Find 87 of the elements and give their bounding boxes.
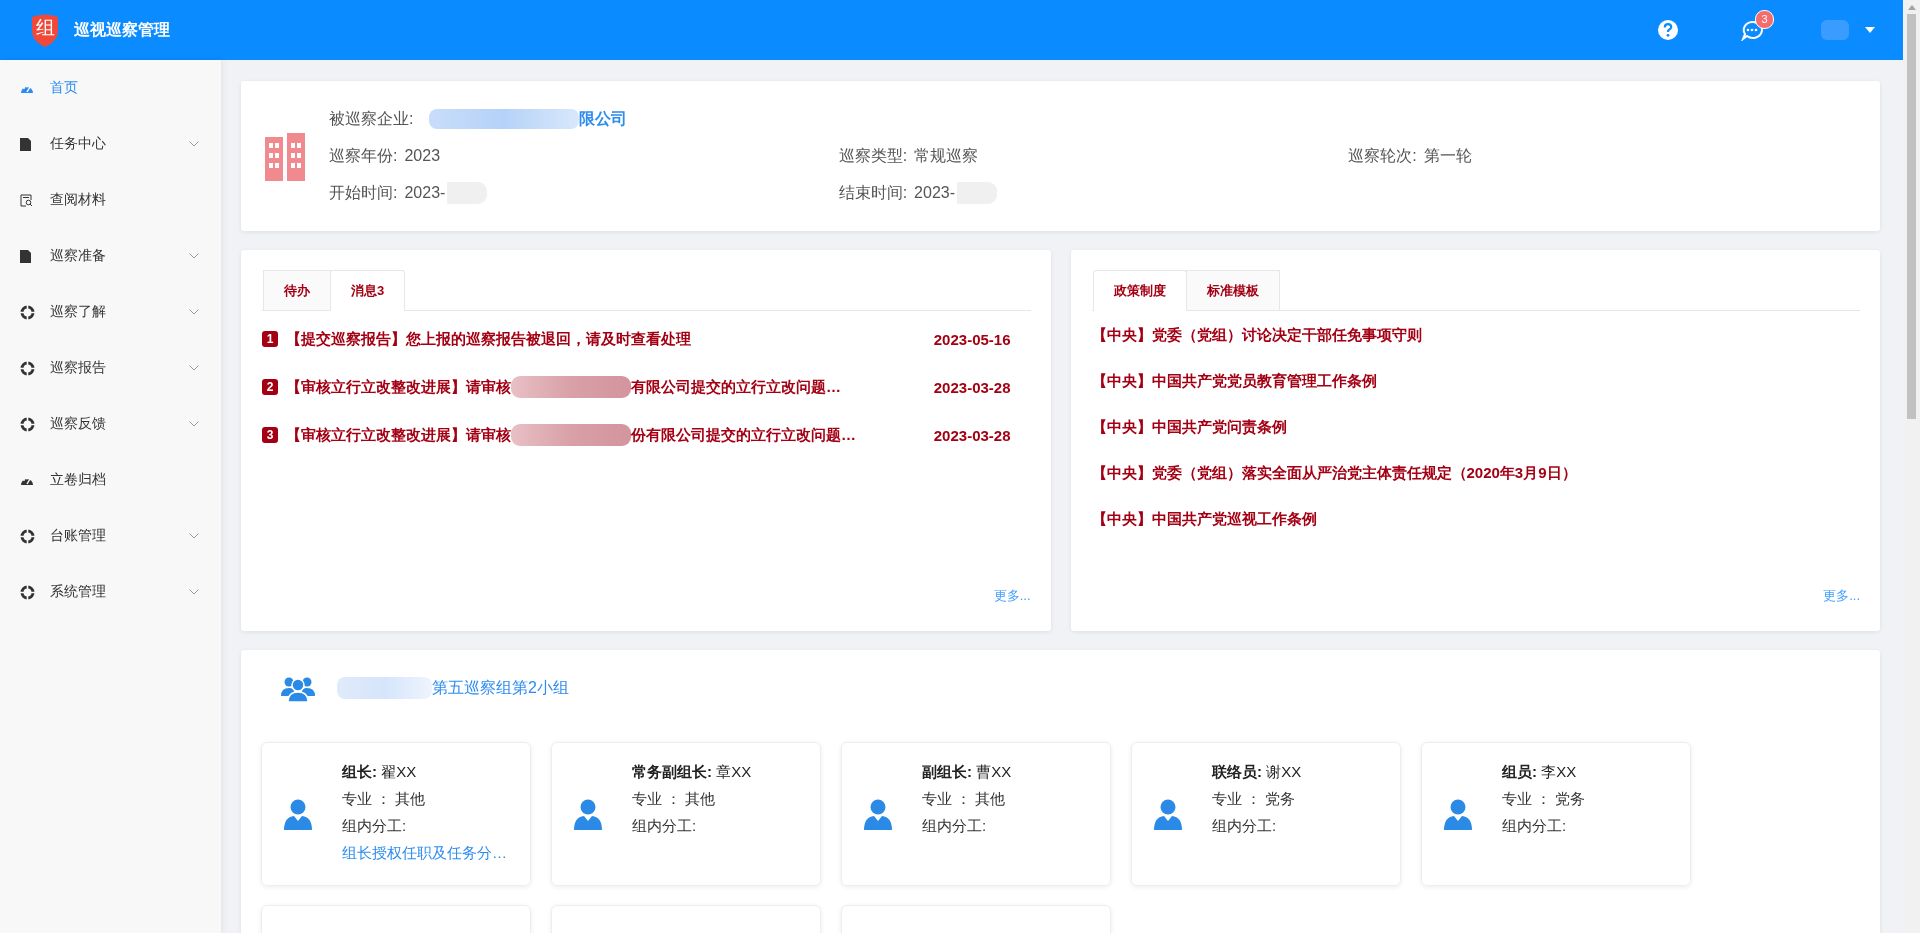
sidebar-item[interactable]: 系统管理 bbox=[0, 564, 221, 620]
number-badge: 2 bbox=[262, 379, 278, 395]
user-icon bbox=[864, 798, 892, 830]
sidebar-item[interactable]: 台账管理 bbox=[0, 508, 221, 564]
sidebar-item[interactable]: 查阅材料 bbox=[0, 172, 221, 228]
member-name: 组员: 李XX bbox=[1502, 763, 1578, 782]
member-major: 专业 ： 党务 bbox=[1502, 790, 1586, 809]
message-date: 2023-03-28 bbox=[933, 378, 1011, 396]
message-link[interactable]: 份有限公司提交的立行立改问题… bbox=[631, 425, 856, 445]
field-label: 巡察轮次: bbox=[1348, 145, 1417, 166]
message-link[interactable]: 【审核立行立改整改进展】请审核 bbox=[286, 425, 511, 445]
notification-badge: 3 bbox=[1755, 9, 1774, 29]
policy-link[interactable]: 【中央】中国共产党问责条例 bbox=[1091, 417, 1287, 437]
field-label: 巡察类型: bbox=[838, 145, 908, 166]
message-date: 2023-03-28 bbox=[933, 426, 1011, 444]
lifebuoy-icon bbox=[20, 360, 35, 376]
field-label: 巡察年份: bbox=[329, 145, 398, 166]
sidebar-item[interactable]: 任务中心 bbox=[0, 116, 221, 172]
number-badge: 3 bbox=[262, 427, 278, 443]
policy-link[interactable]: 【中央】党委（党组）落实全面从严治党主体责任规定（2020年3月9日） bbox=[1091, 463, 1577, 483]
user-icon bbox=[284, 798, 312, 830]
lifebuoy-icon bbox=[20, 528, 35, 544]
redacted-username bbox=[1821, 20, 1849, 40]
sidebar-item[interactable]: 巡察了解 bbox=[0, 284, 221, 340]
document-icon bbox=[20, 249, 31, 263]
user-icon bbox=[574, 798, 602, 830]
chevron-down-icon bbox=[189, 365, 199, 371]
field-label: 被巡察企业: bbox=[329, 108, 414, 129]
app-title: 巡视巡察管理 bbox=[74, 19, 171, 40]
sidebar-item[interactable]: 巡察报告 bbox=[0, 340, 221, 396]
lifebuoy-icon bbox=[20, 304, 35, 320]
chevron-down-icon bbox=[189, 421, 199, 427]
field-value: 常规巡察 bbox=[914, 145, 979, 166]
duty-label: 组内分工: bbox=[342, 817, 408, 836]
lifebuoy-icon bbox=[20, 416, 35, 432]
document-icon bbox=[20, 137, 31, 151]
member-major: 专业 ： 其他 bbox=[632, 790, 717, 809]
member-name: 联络员: 谢XX bbox=[1212, 763, 1302, 782]
lifebuoy-icon bbox=[20, 584, 35, 600]
field-value: 2023- bbox=[914, 182, 998, 204]
message-link[interactable]: 有限公司提交的立行立改问题… bbox=[631, 377, 841, 397]
chevron-down-icon bbox=[189, 253, 199, 259]
user-icon bbox=[1154, 798, 1182, 830]
chevron-down-icon bbox=[189, 533, 199, 539]
field-value: 第一轮 bbox=[1423, 145, 1472, 166]
duty-label: 组内分工: bbox=[1212, 817, 1278, 836]
tab[interactable]: 待办 bbox=[263, 270, 331, 310]
member-name: 副组长: 曹XX bbox=[922, 763, 1012, 782]
enterprise-name: 限公司 bbox=[579, 108, 628, 129]
member-name: 常务副组长: 章XX bbox=[632, 763, 752, 782]
policy-link[interactable]: 【中央】中国共产党巡视工作条例 bbox=[1091, 509, 1317, 529]
group-title: 第五巡察组第2小组 bbox=[432, 677, 569, 698]
duty-label: 组内分工: bbox=[922, 817, 988, 836]
document-search-icon bbox=[20, 193, 33, 207]
chat-bubble-icon[interactable] bbox=[1741, 19, 1763, 41]
chevron-down-icon bbox=[189, 141, 199, 147]
member-major: 专业 ： 其他 bbox=[922, 790, 1007, 809]
sidebar-item[interactable]: 巡察反馈 bbox=[0, 396, 221, 452]
app-logo: 组 bbox=[30, 13, 60, 47]
policy-link[interactable]: 【中央】党委（党组）讨论决定干部任免事项守则 bbox=[1091, 325, 1422, 345]
member-major: 专业 ： 党务 bbox=[1212, 790, 1297, 809]
tab[interactable]: 标准模板 bbox=[1185, 270, 1280, 310]
member-name: 组长: 翟XX bbox=[342, 763, 418, 782]
number-badge: 1 bbox=[262, 331, 278, 347]
caret-down-icon[interactable] bbox=[1865, 27, 1875, 33]
member-major: 专业 ： 其他 bbox=[342, 790, 427, 809]
chevron-down-icon bbox=[189, 309, 199, 315]
sidebar-item[interactable]: 立卷归档 bbox=[0, 452, 221, 508]
policy-link[interactable]: 【中央】中国共产党党员教育管理工作条例 bbox=[1091, 371, 1377, 391]
sidebar-item[interactable]: 巡察准备 bbox=[0, 228, 221, 284]
message-link[interactable]: 【提交巡察报告】您上报的巡察报告被退回，请及时查看处理 bbox=[286, 329, 691, 349]
tab[interactable]: 政策制度 bbox=[1092, 270, 1187, 311]
duty-link[interactable]: 组长授权任职及任务分… bbox=[342, 844, 507, 863]
scroll-up-arrow-icon[interactable] bbox=[1907, 5, 1916, 10]
field-value: 2023 bbox=[404, 147, 441, 165]
field-value: 2023- bbox=[404, 182, 488, 204]
field-label: 开始时间: bbox=[329, 182, 398, 203]
message-link[interactable]: 【审核立行立改整改进展】请审核 bbox=[286, 377, 511, 397]
building-icon bbox=[263, 131, 307, 181]
chevron-down-icon bbox=[189, 589, 199, 595]
tab[interactable]: 消息3 bbox=[330, 270, 406, 311]
user-icon bbox=[1444, 798, 1472, 830]
message-date: 2023-05-16 bbox=[933, 330, 1011, 348]
duty-label: 组内分工: bbox=[632, 817, 698, 836]
field-label: 结束时间: bbox=[838, 182, 908, 203]
duty-label: 组内分工: bbox=[1502, 817, 1568, 836]
help-icon[interactable] bbox=[1657, 19, 1679, 41]
